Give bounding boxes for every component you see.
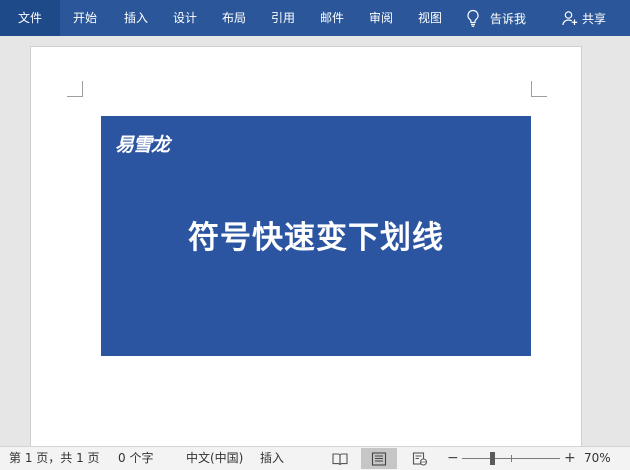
tab-view[interactable]: 视图 xyxy=(407,0,453,36)
tell-me-box[interactable]: 告诉我 xyxy=(466,0,526,36)
tab-layout[interactable]: 布局 xyxy=(211,0,257,36)
tab-design[interactable]: 设计 xyxy=(162,0,208,36)
brand-logo: 易雪龙 xyxy=(115,134,170,156)
margin-marker-top-left xyxy=(67,81,83,97)
insert-mode-indicator[interactable]: 插入 xyxy=(260,447,284,470)
share-button[interactable]: 共享 xyxy=(562,0,606,36)
tab-references[interactable]: 引用 xyxy=(260,0,306,36)
tab-mailings[interactable]: 邮件 xyxy=(309,0,355,36)
tab-home[interactable]: 开始 xyxy=(62,0,108,36)
book-icon xyxy=(332,452,348,466)
zoom-slider-center-mark xyxy=(511,455,512,462)
tab-insert[interactable]: 插入 xyxy=(113,0,159,36)
lightbulb-icon xyxy=(466,9,480,27)
page-count[interactable]: 第 1 页，共 1 页 xyxy=(9,447,100,470)
tab-review[interactable]: 审阅 xyxy=(358,0,404,36)
margin-marker-top-right xyxy=(531,81,547,97)
language-indicator[interactable]: 中文(中国) xyxy=(186,447,243,470)
print-layout-button[interactable] xyxy=(361,448,397,469)
banner-headline: 符号快速变下划线 xyxy=(188,220,444,256)
word-count[interactable]: 0 个字 xyxy=(118,447,153,470)
person-add-icon xyxy=(562,10,578,26)
zoom-slider-thumb[interactable] xyxy=(490,452,495,465)
zoom-out-button[interactable]: − xyxy=(447,447,459,470)
banner-image[interactable]: 易雪龙 符号快速变下划线 xyxy=(101,116,531,356)
share-label: 共享 xyxy=(582,11,607,26)
tab-file[interactable]: 文件 xyxy=(0,0,60,36)
zoom-level[interactable]: 70% xyxy=(584,447,611,470)
document-canvas[interactable]: 易雪龙 符号快速变下划线 xyxy=(0,36,630,456)
status-bar: 第 1 页，共 1 页 0 个字 中文(中国) 插入 − + 70% xyxy=(0,446,630,470)
web-layout-button[interactable] xyxy=(402,448,438,469)
tell-me-label: 告诉我 xyxy=(490,11,527,26)
document-lines-icon xyxy=(371,451,387,466)
document-page[interactable]: 易雪龙 符号快速变下划线 xyxy=(30,46,582,456)
web-layout-icon xyxy=(412,451,428,466)
zoom-in-button[interactable]: + xyxy=(564,447,576,470)
ribbon-tab-bar: 文件 开始 插入 设计 布局 引用 邮件 审阅 视图 告诉我 共享 xyxy=(0,0,630,36)
read-mode-button[interactable] xyxy=(322,448,358,469)
